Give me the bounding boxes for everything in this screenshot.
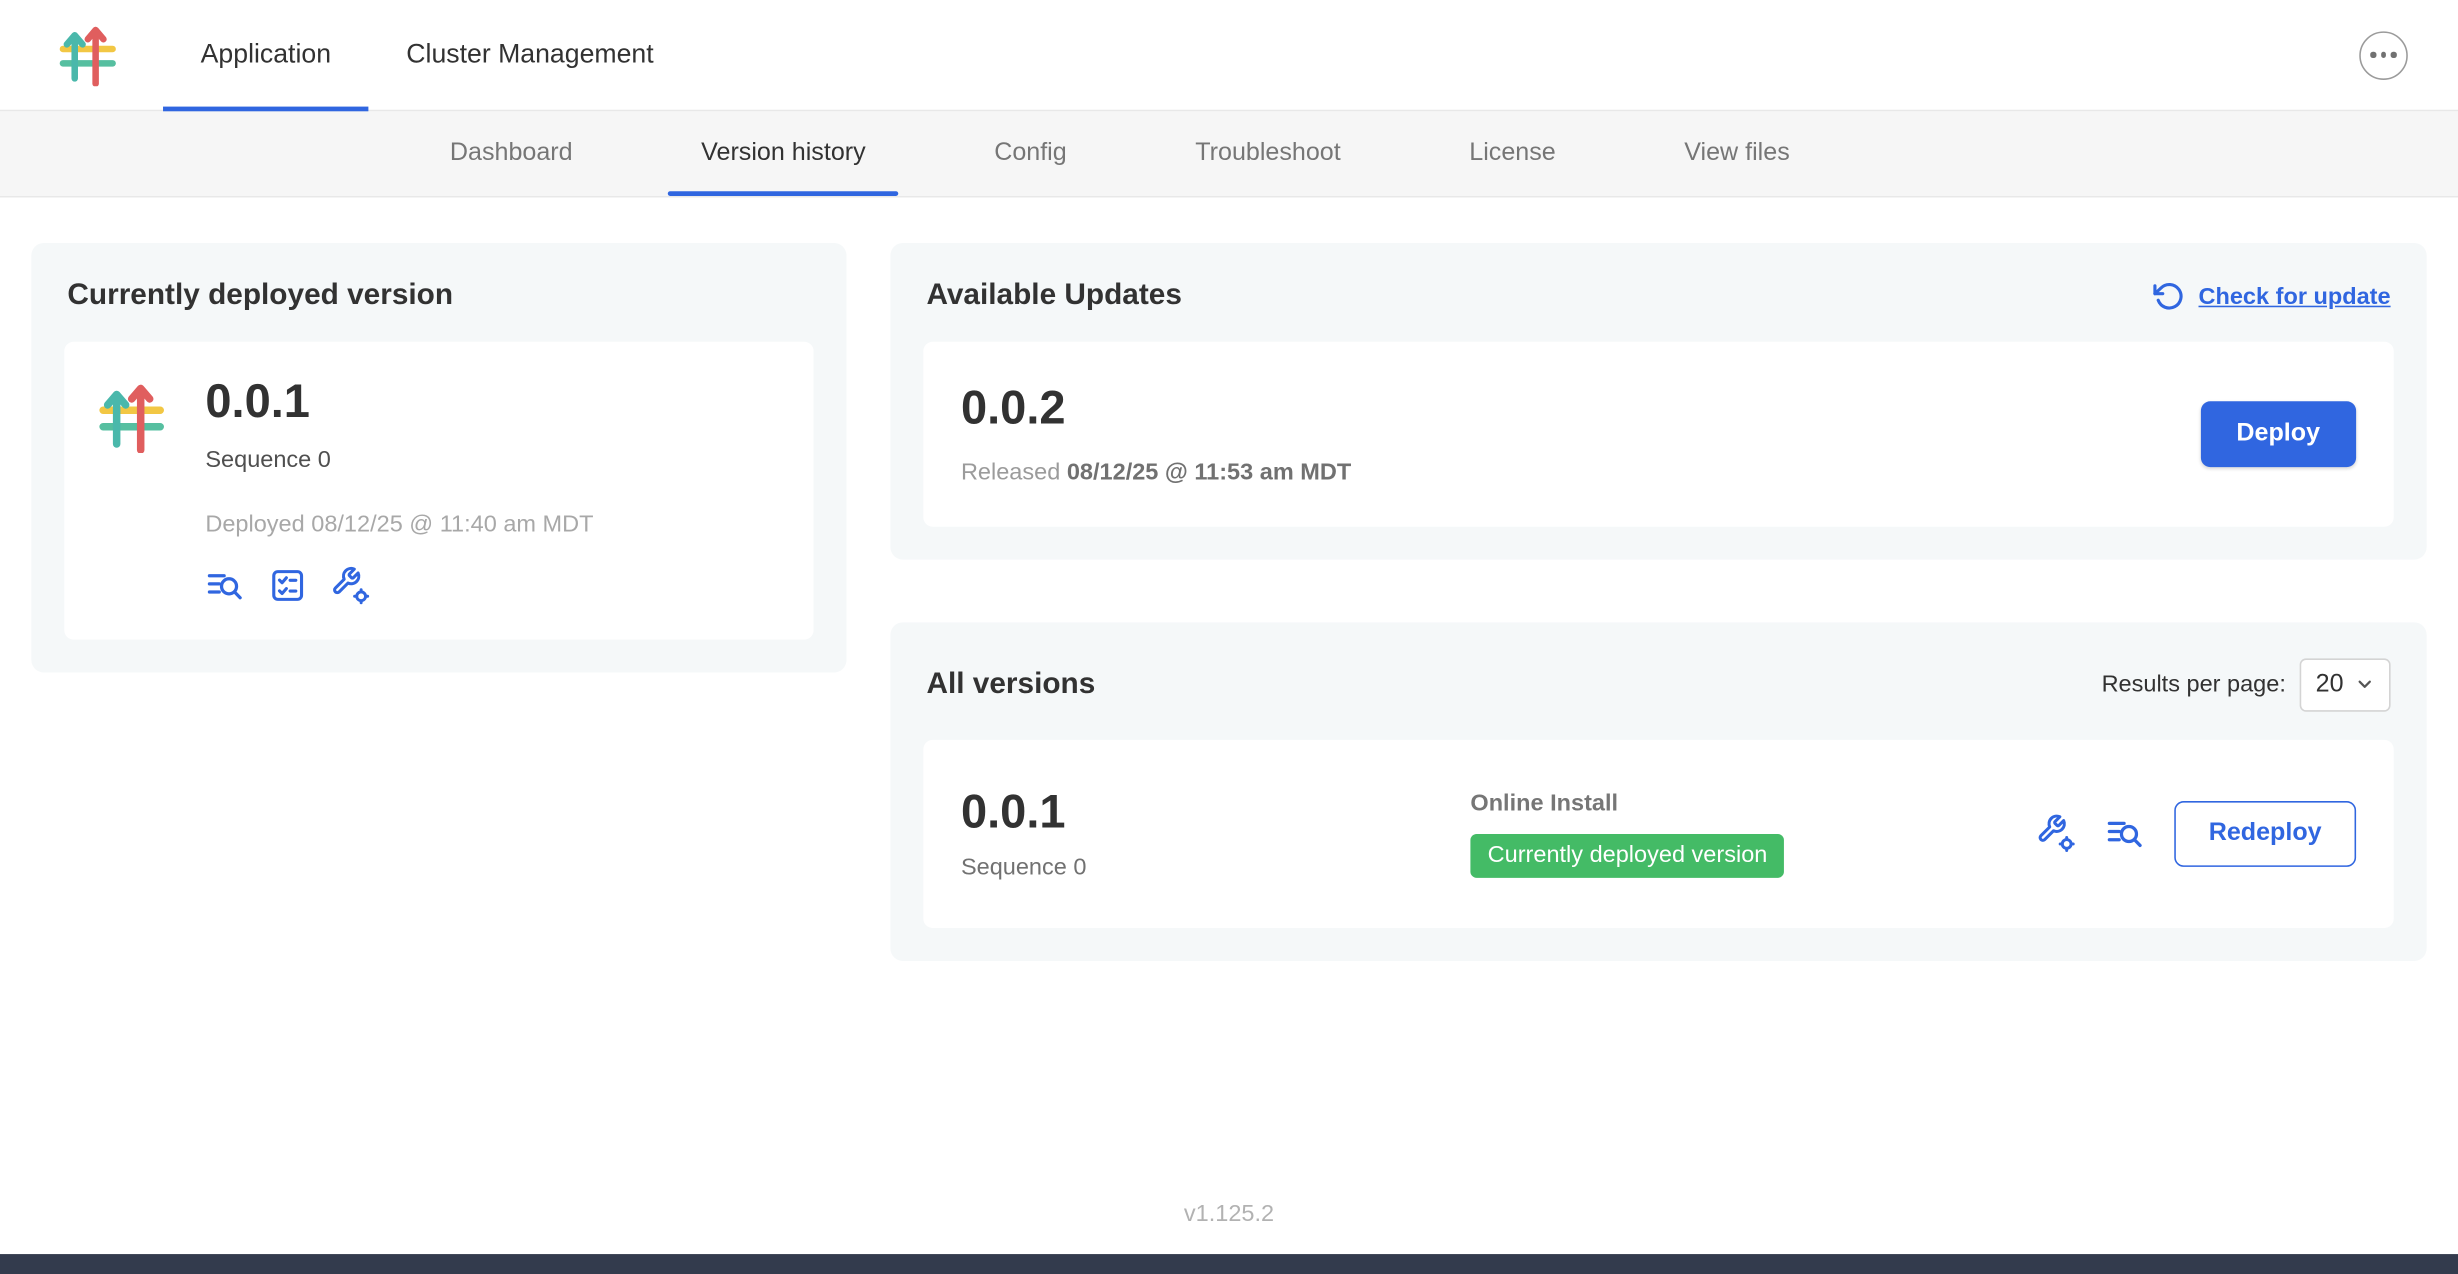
- tab-application[interactable]: Application: [163, 0, 369, 110]
- tab-cluster-management[interactable]: Cluster Management: [369, 0, 692, 110]
- subnav-tab-dashboard[interactable]: Dashboard: [417, 111, 606, 196]
- deployed-version-number: 0.0.1: [205, 376, 593, 430]
- currently-deployed-card: Currently deployed version 0.0.1 Sequenc…: [31, 243, 846, 672]
- update-version-number: 0.0.2: [961, 382, 1351, 436]
- results-per-page-label: Results per page:: [2102, 671, 2286, 698]
- app-header: Application Cluster Management: [0, 0, 2458, 111]
- all-versions-card: All versions Results per page: 20 0.0.1 …: [890, 622, 2426, 961]
- all-versions-header: All versions Results per page: 20: [923, 654, 2393, 710]
- header-right: [2359, 0, 2458, 110]
- subnav-tab-license[interactable]: License: [1436, 111, 1588, 196]
- row-deploy-logs-icon[interactable]: [2105, 814, 2144, 853]
- subnav-tab-version-history[interactable]: Version history: [668, 111, 898, 196]
- all-versions-title: All versions: [926, 667, 1095, 701]
- subnav-tab-troubleshoot[interactable]: Troubleshoot: [1162, 111, 1373, 196]
- row-version-info: 0.0.1 Sequence 0: [961, 786, 1470, 881]
- deployed-version-panel: 0.0.1 Sequence 0 Deployed 08/12/25 @ 11:…: [64, 342, 813, 639]
- results-per-page-value: 20: [2316, 670, 2344, 698]
- update-row: 0.0.2 Released 08/12/25 @ 11:53 am MDT D…: [923, 342, 2393, 526]
- deployed-version-logo-icon: [96, 379, 168, 462]
- available-updates-header: Available Updates Check for update: [923, 276, 2393, 314]
- check-for-update-link[interactable]: Check for update: [2153, 281, 2391, 312]
- right-column: Available Updates Check for update 0.0.2…: [890, 243, 2426, 961]
- version-row: 0.0.1 Sequence 0 Online Install Currentl…: [923, 739, 2393, 928]
- deployed-date-label: Deployed 08/12/25 @ 11:40 am MDT: [205, 510, 593, 537]
- redeploy-button[interactable]: Redeploy: [2174, 801, 2356, 867]
- deployed-sequence-label: Sequence 0: [205, 446, 593, 473]
- main-content: Currently deployed version 0.0.1 Sequenc…: [0, 198, 2458, 961]
- row-edit-config-icon[interactable]: [2036, 814, 2075, 853]
- more-options-button[interactable]: [2359, 31, 2408, 80]
- currently-deployed-title: Currently deployed version: [67, 279, 813, 313]
- row-sequence-label: Sequence 0: [961, 854, 1470, 881]
- edit-config-icon[interactable]: [331, 565, 370, 604]
- install-type-label: Online Install: [1470, 790, 1784, 817]
- subnav-tab-config[interactable]: Config: [961, 111, 1099, 196]
- results-per-page: Results per page: 20: [2102, 658, 2391, 711]
- header-tabs: Application Cluster Management: [163, 0, 691, 110]
- update-released-line: Released 08/12/25 @ 11:53 am MDT: [961, 459, 1351, 486]
- available-updates-card: Available Updates Check for update 0.0.2…: [890, 243, 2426, 559]
- update-info: 0.0.2 Released 08/12/25 @ 11:53 am MDT: [961, 382, 1351, 485]
- bottom-bar: [0, 1254, 2458, 1274]
- deployed-version-info: 0.0.1 Sequence 0 Deployed 08/12/25 @ 11:…: [205, 376, 593, 604]
- row-status-info: Online Install Currently deployed versio…: [1470, 790, 1784, 878]
- tab-application-label: Application: [201, 39, 331, 70]
- released-date: 08/12/25 @ 11:53 am MDT: [1067, 459, 1351, 486]
- released-prefix: Released: [961, 459, 1060, 486]
- deploy-button[interactable]: Deploy: [2200, 401, 2356, 467]
- currently-deployed-badge: Currently deployed version: [1470, 834, 1784, 878]
- check-for-update-label: Check for update: [2199, 283, 2391, 310]
- console-version-label: v1.125.2: [1184, 1200, 1274, 1227]
- app-logo-icon: [56, 0, 119, 110]
- subnav-tab-view-files[interactable]: View files: [1651, 111, 1822, 196]
- results-per-page-select[interactable]: 20: [2300, 658, 2391, 711]
- preflight-checks-icon[interactable]: [268, 565, 307, 604]
- deployed-action-icons: [205, 565, 593, 604]
- ellipsis-icon: [2371, 52, 2397, 57]
- app-subnav: Dashboard Version history Config Trouble…: [0, 111, 2458, 197]
- tab-cluster-management-label: Cluster Management: [406, 39, 653, 70]
- deploy-logs-icon[interactable]: [205, 565, 244, 604]
- app-footer: v1.125.2: [0, 1173, 2458, 1255]
- row-version-number: 0.0.1: [961, 786, 1470, 840]
- row-actions: Redeploy: [2036, 801, 2356, 867]
- admin-console-page: Application Cluster Management Dashboard…: [0, 0, 2458, 1274]
- chevron-down-icon: [2355, 674, 2375, 694]
- refresh-ccw-icon: [2153, 281, 2184, 312]
- available-updates-title: Available Updates: [926, 279, 1181, 313]
